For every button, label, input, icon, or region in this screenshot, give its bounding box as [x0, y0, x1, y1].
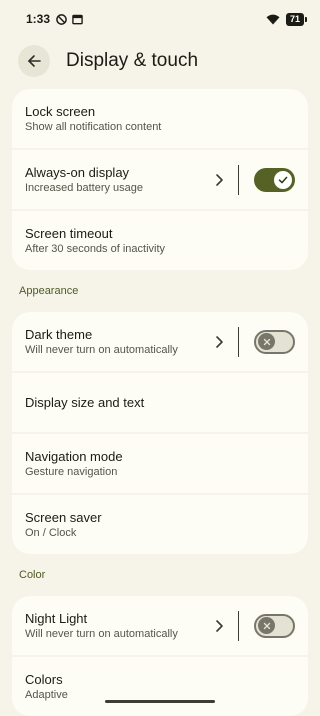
- always-on-display-item[interactable]: Always-on display Increased battery usag…: [12, 150, 308, 209]
- calendar-icon: [72, 14, 83, 25]
- screen-timeout-item[interactable]: Screen timeout After 30 seconds of inact…: [12, 211, 308, 270]
- chevron-right-icon: [212, 335, 226, 349]
- night-light-item[interactable]: Night Light Will never turn on automatic…: [12, 596, 308, 655]
- check-icon: [278, 175, 288, 185]
- night-light-switch[interactable]: [254, 614, 295, 638]
- item-summary: Increased battery usage: [25, 181, 212, 196]
- color-header: Color: [12, 554, 308, 596]
- switch-thumb: [274, 171, 292, 189]
- battery-indicator: 71: [286, 13, 304, 26]
- divider: [238, 165, 239, 195]
- item-title: Night Light: [25, 610, 212, 627]
- wifi-icon: [266, 14, 280, 25]
- item-title: Dark theme: [25, 326, 212, 343]
- switch-thumb: [258, 617, 275, 634]
- item-summary: Gesture navigation: [25, 465, 295, 480]
- close-icon: [263, 338, 271, 346]
- color-group: Night Light Will never turn on automatic…: [12, 596, 308, 716]
- navigation-mode-item[interactable]: Navigation mode Gesture navigation: [12, 434, 308, 493]
- settings-list: Lock screen Show all notification conten…: [12, 89, 308, 716]
- item-title: Navigation mode: [25, 448, 295, 465]
- divider: [238, 327, 239, 357]
- page-title: Display & touch: [66, 50, 198, 72]
- dark-theme-item[interactable]: Dark theme Will never turn on automatica…: [12, 312, 308, 371]
- display-size-item[interactable]: Display size and text: [12, 373, 308, 432]
- always-on-display-switch[interactable]: [254, 168, 295, 192]
- item-title: Lock screen: [25, 103, 295, 120]
- appearance-header: Appearance: [12, 270, 308, 312]
- back-button[interactable]: [18, 45, 50, 77]
- display-group: Lock screen Show all notification conten…: [12, 89, 308, 270]
- item-summary: Show all notification content: [25, 120, 295, 135]
- appearance-group: Dark theme Will never turn on automatica…: [12, 312, 308, 554]
- arrow-back-icon: [27, 54, 41, 68]
- lock-screen-item[interactable]: Lock screen Show all notification conten…: [12, 89, 308, 148]
- item-summary: After 30 seconds of inactivity: [25, 242, 295, 257]
- status-time: 1:33: [26, 12, 50, 26]
- app-bar: Display & touch: [18, 44, 302, 78]
- divider: [238, 611, 239, 641]
- item-title: Display size and text: [25, 394, 295, 411]
- item-title: Always-on display: [25, 164, 212, 181]
- item-summary: On / Clock: [25, 526, 295, 541]
- gesture-nav-handle[interactable]: [105, 700, 215, 703]
- item-title: Screen saver: [25, 509, 295, 526]
- item-summary: Will never turn on automatically: [25, 627, 212, 642]
- screen-saver-item[interactable]: Screen saver On / Clock: [12, 495, 308, 554]
- chevron-right-icon: [212, 173, 226, 187]
- item-title: Screen timeout: [25, 225, 295, 242]
- item-summary: Will never turn on automatically: [25, 343, 212, 358]
- colors-item[interactable]: Colors Adaptive: [12, 657, 308, 716]
- status-bar: 1:33 71: [0, 0, 320, 38]
- dark-theme-switch[interactable]: [254, 330, 295, 354]
- item-title: Colors: [25, 671, 295, 688]
- switch-thumb: [258, 333, 275, 350]
- do-not-disturb-icon: [56, 14, 67, 25]
- chevron-right-icon: [212, 619, 226, 633]
- close-icon: [263, 622, 271, 630]
